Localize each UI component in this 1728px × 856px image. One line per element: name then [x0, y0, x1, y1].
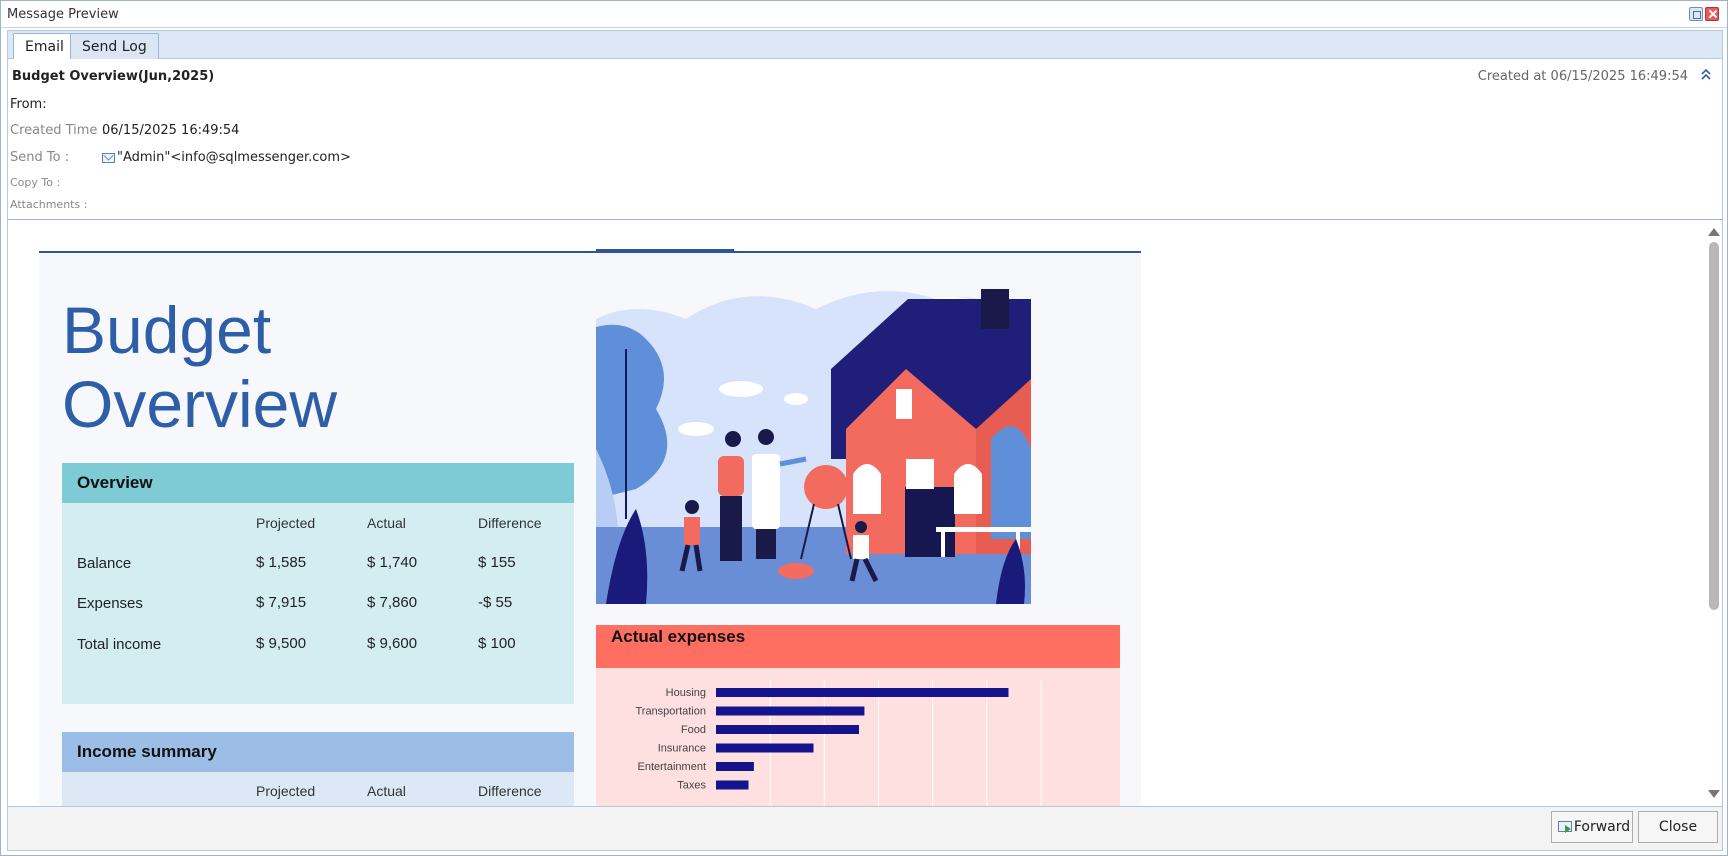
- top-accent-line: [596, 249, 734, 251]
- copy-to-label: Copy To :: [10, 176, 61, 189]
- created-at-value: 06/15/2025 16:49:54: [1550, 69, 1688, 84]
- restore-icon[interactable]: [1689, 7, 1703, 21]
- created-time-value: 06/15/2025 16:49:54: [102, 123, 240, 138]
- recipient-address: "Admin"<info@sqlmessenger.com>: [117, 150, 351, 165]
- family-house-illustration: [596, 259, 1031, 604]
- row-label: Balance: [77, 555, 132, 572]
- title-bar: Message Preview: [1, 1, 1727, 28]
- chart-bar: [716, 725, 859, 734]
- scroll-up-icon[interactable]: [1708, 228, 1720, 236]
- chart-category-label: Housing: [666, 687, 706, 699]
- from-row: From:: [10, 97, 47, 112]
- chart-bar: [716, 762, 754, 771]
- overview-panel: Overview Projected Actual Difference Bal…: [62, 463, 574, 704]
- forward-icon: [1558, 821, 1572, 833]
- chart-category-label: Food: [681, 724, 706, 736]
- column-header: Projected: [256, 783, 316, 799]
- recipient[interactable]: "Admin"<info@sqlmessenger.com>: [102, 150, 351, 165]
- tab-email[interactable]: Email: [13, 33, 76, 61]
- row-label: Total income: [77, 636, 162, 653]
- income-summary-panel: Income summary Projected Actual Differen…: [62, 732, 574, 806]
- income-summary-heading: Income summary: [62, 732, 574, 772]
- window-title: Message Preview: [7, 7, 119, 22]
- tab-strip: Email Send Log: [7, 30, 1723, 61]
- message-body: Budget Overview Overview Projected Actua…: [7, 220, 1723, 806]
- expenses-bar-chart: Housing Transportation Food Insurance Entert…: [635, 680, 1042, 806]
- created-at: Created at 06/15/2025 16:49:54: [1478, 69, 1688, 84]
- chart-category-label: Insurance: [658, 743, 706, 755]
- table-cell: $ 7,915: [256, 594, 307, 611]
- column-header: Projected: [256, 515, 316, 531]
- message-subject: Budget Overview(Jun,2025): [12, 69, 215, 84]
- table-cell: $ 1,740: [367, 554, 418, 571]
- email-document: Budget Overview Overview Projected Actua…: [39, 249, 1141, 806]
- table-cell: $ 9,500: [256, 635, 307, 652]
- message-header: Budget Overview(Jun,2025) Created at 06/…: [7, 59, 1723, 220]
- actual-expenses-panel: Actual expenses Housing Transportation Foo…: [596, 625, 1120, 806]
- chart-bar: [716, 780, 749, 790]
- send-to-label: Send To :: [10, 150, 70, 165]
- collapse-header-icon[interactable]: [1700, 67, 1712, 81]
- column-header: Actual: [367, 783, 406, 799]
- from-label: From:: [10, 97, 47, 112]
- document-title: Budget Overview: [62, 293, 562, 441]
- actual-expenses-header: Actual expenses: [596, 625, 1120, 668]
- document-title-line-2: Overview: [62, 367, 338, 441]
- chart-bar: [716, 688, 1009, 697]
- column-header: Difference: [478, 783, 542, 799]
- house-illustration-graphic: [596, 289, 1031, 604]
- close-button[interactable]: Close: [1638, 811, 1718, 843]
- tab-send-log[interactable]: Send Log: [70, 33, 159, 60]
- actual-expenses-heading: Actual expenses: [611, 627, 746, 646]
- table-cell: $ 7,860: [367, 594, 418, 611]
- chart-category-label: Taxes: [677, 780, 706, 792]
- mail-icon: [102, 153, 115, 163]
- row-label: Expenses: [77, 595, 143, 612]
- table-cell: $ 1,585: [256, 554, 307, 571]
- chart-bar: [716, 743, 814, 753]
- scroll-down-icon[interactable]: [1708, 790, 1720, 798]
- forward-label: Forward: [1573, 819, 1631, 835]
- dialog-footer: Forward Close: [7, 806, 1723, 851]
- table-cell: $ 155: [478, 554, 516, 571]
- forward-button[interactable]: Forward: [1551, 811, 1633, 843]
- document-title-line-1: Budget: [62, 293, 272, 367]
- chart-bar: [716, 706, 865, 716]
- table-cell: $ 100: [478, 635, 516, 652]
- chart-category-label: Transportation: [635, 706, 706, 718]
- overview-heading: Overview: [62, 463, 574, 503]
- table-cell: -$ 55: [478, 594, 513, 611]
- close-window-icon[interactable]: [1705, 7, 1719, 21]
- chart-category-label: Entertainment: [638, 761, 706, 773]
- vertical-scrollbar[interactable]: [1704, 220, 1722, 806]
- table-cell: $ 9,600: [367, 635, 418, 652]
- created-at-label: Created at: [1477, 69, 1547, 84]
- scroll-thumb[interactable]: [1709, 242, 1719, 610]
- message-preview-window: Message Preview Email Send Log Budget Ov…: [0, 0, 1728, 856]
- column-header: Difference: [478, 515, 542, 531]
- column-header: Actual: [367, 515, 406, 531]
- attachments-label: Attachments :: [10, 198, 88, 211]
- created-time-label: Created Time :: [10, 123, 106, 138]
